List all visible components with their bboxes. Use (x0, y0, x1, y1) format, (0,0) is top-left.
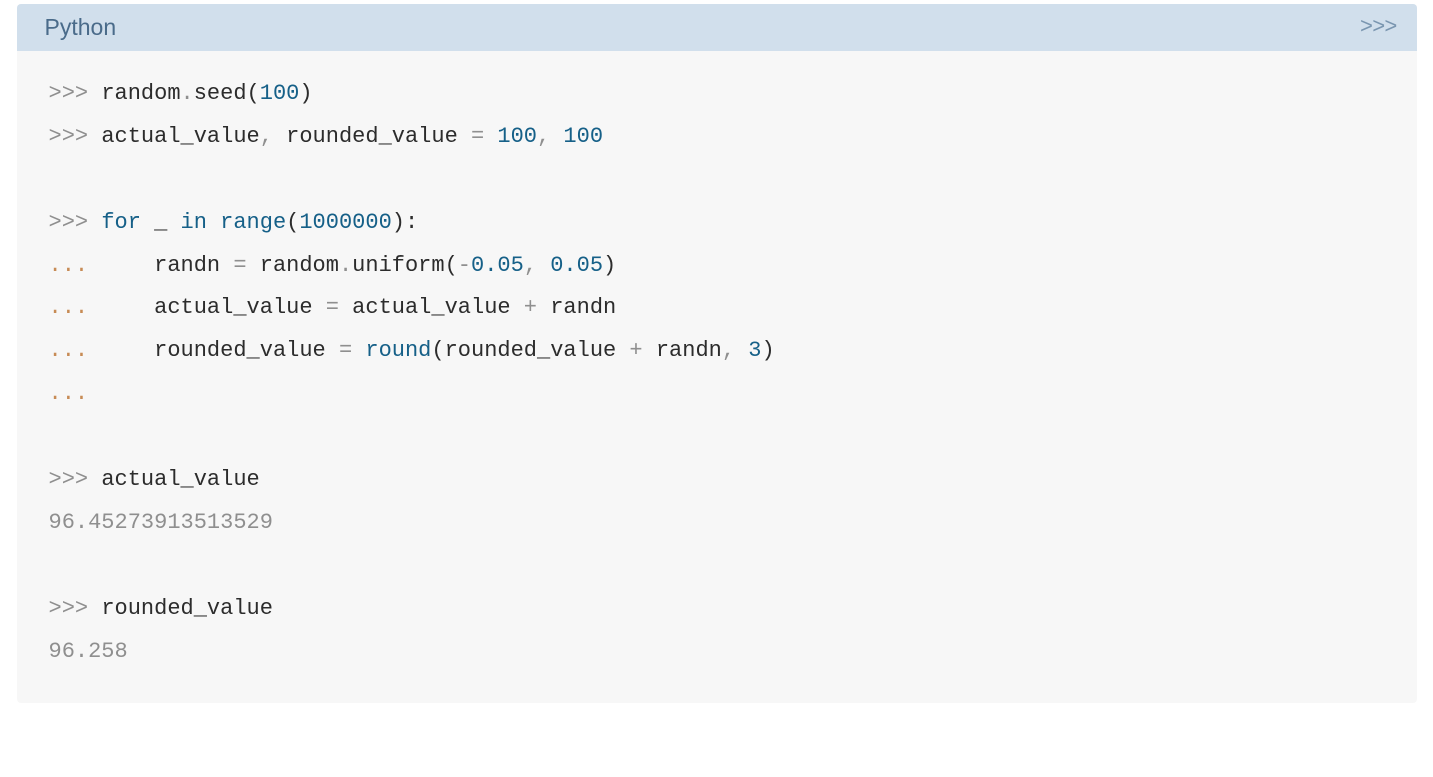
code-output-line: 96.45273913513529 (49, 502, 1385, 545)
code-language-label: Python (45, 14, 117, 41)
code-line: ... actual_value = actual_value + randn (49, 287, 1385, 330)
code-header: Python >>> (17, 4, 1417, 51)
code-line: ... (49, 373, 1385, 416)
code-line: >>> actual_value (49, 459, 1385, 502)
code-block: Python >>> >>> random.seed(100) >>> actu… (17, 4, 1417, 703)
code-line: >>> for _ in range(1000000): (49, 202, 1385, 245)
code-output-line: 96.258 (49, 631, 1385, 674)
code-line: >>> actual_value, rounded_value = 100, 1… (49, 116, 1385, 159)
code-line: >>> random.seed(100) (49, 73, 1385, 116)
code-line: ... rounded_value = round(rounded_value … (49, 330, 1385, 373)
code-content: >>> random.seed(100) >>> actual_value, r… (17, 51, 1417, 703)
code-line-blank (49, 159, 1385, 202)
code-line: ... randn = random.uniform(-0.05, 0.05) (49, 245, 1385, 288)
code-line-blank (49, 416, 1385, 459)
prompt-toggle-icon[interactable]: >>> (1360, 15, 1397, 40)
code-line-blank (49, 545, 1385, 588)
code-line: >>> rounded_value (49, 588, 1385, 631)
